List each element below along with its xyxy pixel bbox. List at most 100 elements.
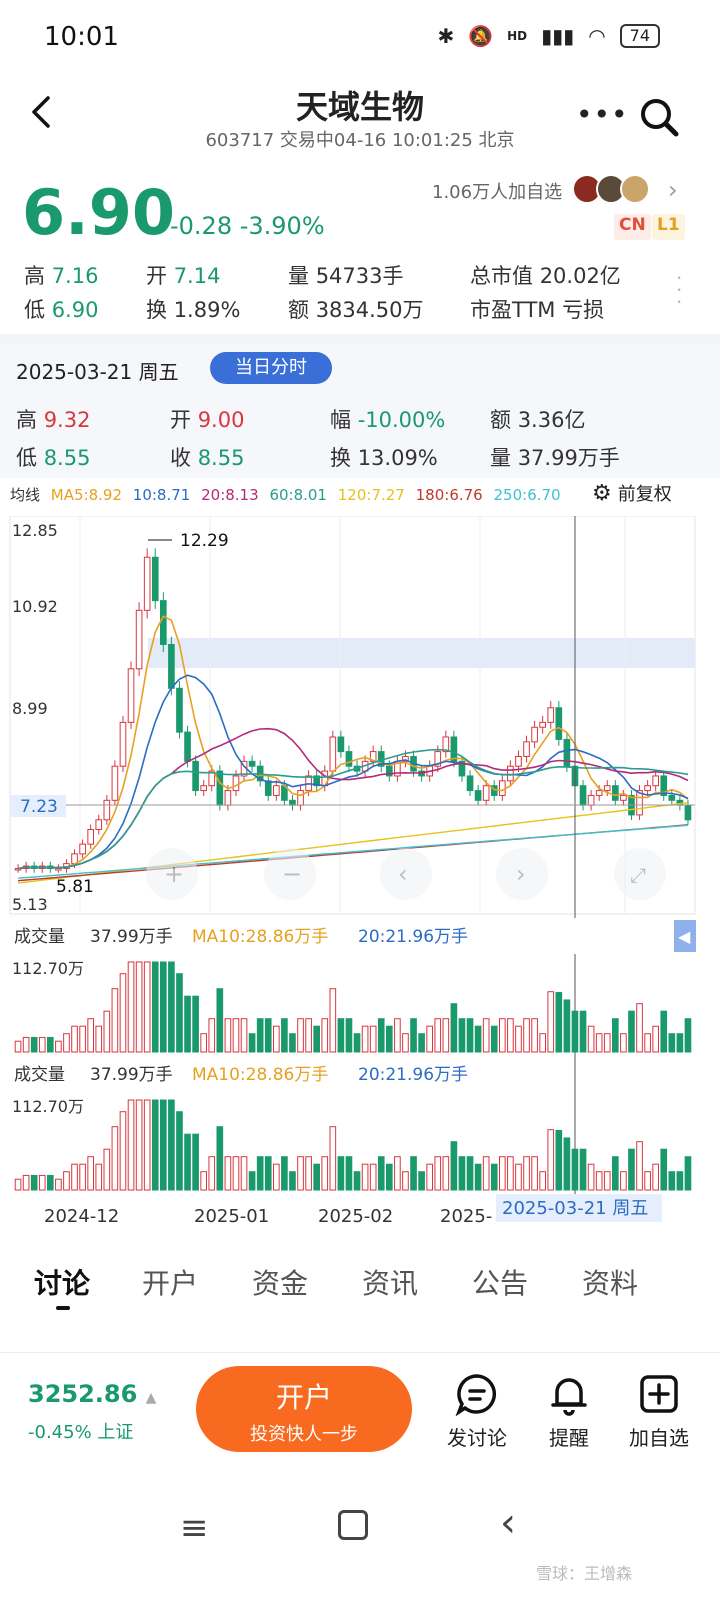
bell-icon (551, 1378, 587, 1416)
gear-icon: ⚙ (592, 480, 612, 506)
volume-bar (563, 1137, 571, 1191)
volume-bar (264, 1018, 272, 1053)
volume-bar (458, 1156, 466, 1191)
volume-bar (119, 1111, 127, 1191)
volume-bar (426, 1025, 434, 1053)
volume-bar (636, 1003, 643, 1053)
volume-bar (192, 1133, 199, 1191)
post-discussion-button[interactable]: 发讨论 (432, 1372, 522, 1451)
volume-bar (394, 1018, 401, 1053)
volume-bar (184, 995, 191, 1053)
price-line-label: 7.23 (20, 797, 58, 817)
more-icon[interactable]: ••• (576, 98, 629, 131)
chat-icon (455, 1374, 497, 1416)
volume-bar (111, 988, 119, 1053)
volume-bar (232, 1156, 240, 1191)
candle (587, 794, 595, 806)
menu-icon[interactable]: ≡ (180, 1508, 209, 1548)
candle (248, 760, 256, 767)
volume-ma10-2: MA10:28.86万手 (192, 1065, 328, 1085)
stat-volume: 量 54733手 (288, 264, 404, 288)
volume-bar (603, 1033, 611, 1053)
back-nav-icon[interactable]: ‹ (500, 1500, 516, 1546)
volume-max: 112.70万 (12, 959, 84, 978)
candle (127, 668, 135, 723)
volume-ma10: MA10:28.86万手 (192, 927, 328, 947)
volume-bar (151, 1099, 159, 1191)
adjust-toggle[interactable]: ⚙ 前复权 (592, 480, 672, 506)
stat-high: 高 7.16 (24, 264, 99, 288)
volume-bar (281, 1156, 288, 1191)
add-square-icon (640, 1375, 678, 1413)
bluetooth-icon: ✱ (437, 24, 455, 48)
volume-bar (361, 1025, 369, 1053)
volume-bar (103, 1010, 111, 1053)
volume-bar (337, 1156, 345, 1191)
volume-bar (466, 1018, 474, 1053)
candle (232, 775, 240, 792)
volume-bar (127, 961, 135, 1053)
tab-funds[interactable]: 资金 (252, 1262, 308, 1302)
volume-bar (248, 1171, 256, 1191)
open-account-title: 开户 (275, 1381, 332, 1414)
avatar (620, 174, 650, 204)
volume-bar (579, 1148, 587, 1191)
tab-profile[interactable]: 资料 (582, 1262, 638, 1302)
volume-bar (38, 1036, 46, 1053)
intraday-button[interactable]: 当日分时 (210, 352, 332, 384)
index-value[interactable]: 3252.86 ▲ (28, 1380, 156, 1408)
candle (151, 556, 159, 602)
volume-bar (168, 1099, 175, 1191)
candle (119, 721, 127, 767)
volume-bar (208, 1156, 216, 1191)
tab-account[interactable]: 开户 (142, 1262, 198, 1302)
candle (498, 780, 506, 796)
volume-bar (587, 1025, 595, 1053)
volume-bar (63, 1171, 70, 1191)
volume-bar (482, 1156, 490, 1191)
minus-icon: − (282, 860, 302, 888)
candle (611, 785, 619, 801)
hist-amount: 额 3.36亿 (490, 408, 586, 432)
volume-bar (14, 1040, 22, 1053)
tab-discussion[interactable]: 讨论 (34, 1262, 90, 1302)
volume-bar (474, 1025, 482, 1053)
candle (87, 829, 95, 845)
candle (539, 721, 547, 728)
candle (466, 775, 474, 792)
followers-count[interactable]: 1.06万人加自选 (432, 178, 562, 204)
volume-bar (402, 1033, 409, 1053)
volume-bar (143, 1099, 151, 1191)
add-watchlist-button[interactable]: 加自选 (614, 1372, 704, 1451)
open-account-button[interactable]: 开户 投资快人一步 (196, 1366, 412, 1452)
follower-avatars[interactable] (572, 174, 650, 204)
volume-bar (442, 1156, 450, 1191)
post-discussion-label: 发讨论 (447, 1426, 507, 1450)
volume-bar (95, 1025, 103, 1053)
volume-label-2: 成交量 (14, 1065, 65, 1085)
stat-open: 开 7.14 (146, 264, 221, 288)
candle (55, 867, 62, 871)
volume-bar (603, 1171, 611, 1191)
kline-chart[interactable]: 7.23 12.85 10.92 8.99 5.13 12.29 5.81 + … (0, 516, 720, 1226)
volume-bar (313, 1163, 321, 1191)
ma5-value: MA5:8.92 (50, 486, 122, 504)
chevron-right-icon[interactable]: › (668, 176, 678, 204)
more-vertical-icon[interactable]: · · · (676, 268, 682, 312)
candle (289, 799, 296, 806)
volume-bar (587, 1163, 595, 1191)
volume-bar (369, 1025, 377, 1053)
stat-pe: 市盈TTM 亏损 (470, 298, 605, 322)
alert-button[interactable]: 提醒 (524, 1372, 614, 1451)
volume-bar (466, 1156, 474, 1191)
volume-bar (200, 1171, 208, 1191)
home-icon[interactable] (338, 1510, 368, 1540)
tab-news[interactable]: 资讯 (362, 1262, 418, 1302)
tab-announcements[interactable]: 公告 (472, 1262, 528, 1302)
volume-bar (482, 1018, 490, 1053)
volume-bar (240, 1156, 248, 1191)
search-icon[interactable] (636, 94, 680, 138)
volume-bar (684, 1018, 692, 1053)
y-tick: 12.85 (12, 521, 58, 540)
volume-bar (345, 1018, 353, 1053)
